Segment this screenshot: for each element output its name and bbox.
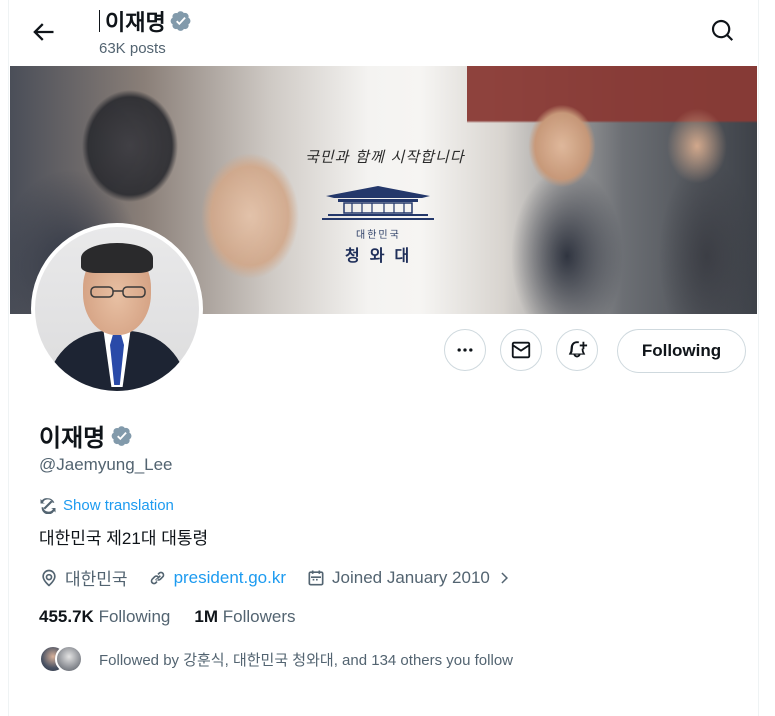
profile-name: 이재명 bbox=[39, 418, 133, 453]
followers-label: Followers bbox=[222, 607, 296, 626]
avatar-photo bbox=[35, 227, 199, 391]
blue-house-logo-icon bbox=[322, 186, 434, 220]
followed-by-text: Followed by 강훈식, 대한민국 청와대, and 134 other… bbox=[99, 651, 513, 669]
more-button[interactable] bbox=[444, 329, 486, 371]
calendar-icon bbox=[308, 570, 324, 585]
link-icon bbox=[150, 571, 164, 584]
back-button[interactable] bbox=[29, 18, 57, 46]
show-translation-link[interactable]: Show translation bbox=[39, 496, 174, 514]
profile-name-text: 이재명 bbox=[39, 425, 106, 452]
profile-page: 이재명 63K posts 국민과 함께 시작합니다 대한민국 청와대 Foll… bbox=[8, 0, 759, 716]
search-button[interactable] bbox=[710, 18, 736, 44]
avatar-hair bbox=[81, 243, 153, 273]
header-post-count: 63K posts bbox=[99, 40, 166, 57]
text-cursor bbox=[99, 10, 100, 32]
joined-text: Joined January 2010 bbox=[332, 567, 490, 587]
following-count: 455.7K bbox=[39, 607, 94, 626]
follow-counts: 455.7K Following 1M Followers bbox=[39, 607, 295, 627]
banner-logo-subtitle: 대한민국 bbox=[356, 230, 401, 241]
location-text: 대한민국 bbox=[65, 570, 128, 589]
followers-count-link[interactable]: 1M Followers bbox=[194, 607, 295, 627]
header-name: 이재명 bbox=[105, 10, 166, 35]
following-button[interactable]: Following bbox=[617, 329, 746, 373]
banner-photo-right bbox=[467, 66, 757, 314]
verified-badge-icon bbox=[170, 11, 191, 31]
banner-logo-title: 청와대 bbox=[345, 248, 420, 265]
profile-meta: 대한민국 president.go.kr Joined January 2010 bbox=[39, 565, 534, 590]
follower-avatar bbox=[55, 645, 83, 673]
website-link[interactable]: president.go.kr bbox=[174, 568, 286, 588]
avatar-glasses bbox=[90, 286, 146, 298]
notifications-button[interactable] bbox=[556, 329, 598, 371]
profile-avatar[interactable] bbox=[31, 223, 203, 395]
more-icon bbox=[457, 348, 473, 352]
banner-slogan: 국민과 함께 시작합니다 bbox=[305, 148, 465, 166]
translate-icon bbox=[40, 498, 56, 514]
joined-item[interactable]: Joined January 2010 bbox=[306, 568, 514, 588]
following-label: Following bbox=[98, 607, 171, 626]
followed-by-row[interactable]: Followed by 강훈식, 대한민국 청와대, and 134 other… bbox=[39, 645, 513, 673]
mail-icon bbox=[511, 341, 531, 359]
location-pin-icon bbox=[42, 569, 56, 586]
search-icon bbox=[711, 19, 734, 41]
website-item: president.go.kr bbox=[148, 568, 286, 588]
bell-add-icon bbox=[568, 341, 588, 358]
chevron-right-icon bbox=[501, 571, 508, 584]
profile-bio: 대한민국 제21대 대통령 bbox=[39, 529, 209, 548]
arrow-left-icon bbox=[33, 23, 54, 41]
followers-count: 1M bbox=[194, 607, 218, 626]
verified-badge-icon[interactable] bbox=[111, 425, 133, 447]
header-title: 이재명 bbox=[99, 5, 192, 37]
following-count-link[interactable]: 455.7K Following bbox=[39, 607, 170, 627]
show-translation-label: Show translation bbox=[63, 496, 174, 514]
location-item: 대한민국 bbox=[39, 565, 128, 590]
message-button[interactable] bbox=[500, 329, 542, 371]
profile-handle: @Jaemyung_Lee bbox=[39, 455, 173, 474]
